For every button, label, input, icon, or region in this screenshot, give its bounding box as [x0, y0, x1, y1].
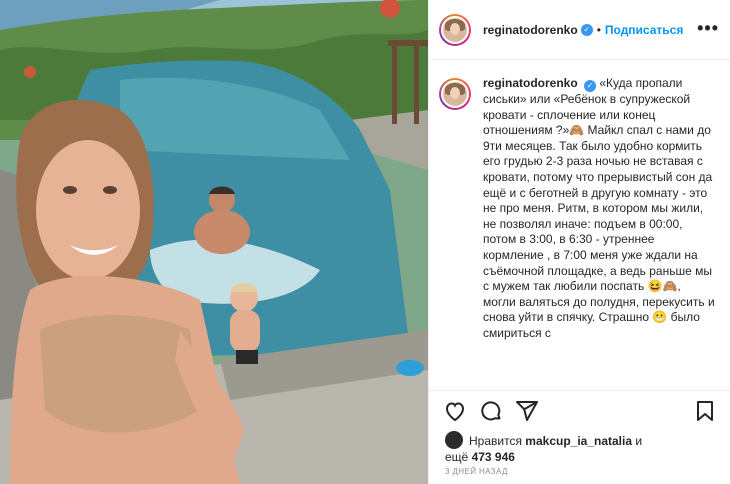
likes-count-prefix: ещё [445, 450, 469, 464]
pool-toy [396, 360, 424, 376]
caption: reginatodorenko ✓ «Куда пропали сиськи» … [483, 76, 715, 388]
more-options-icon[interactable]: ••• [697, 18, 719, 39]
post-photo[interactable] [0, 0, 428, 484]
post-actions: Нравится makcup_ia_natalia и ещё 473 946… [429, 390, 730, 482]
likes-count[interactable]: 473 946 [472, 450, 515, 464]
header-username[interactable]: reginatodorenko [483, 23, 578, 37]
pool-selfie-image [0, 0, 428, 484]
post-timestamp[interactable]: 3 дней назад [445, 467, 508, 476]
man-figure [194, 210, 250, 254]
post-header: reginatodorenko ✓ • Подписаться ••• [429, 0, 730, 60]
likes-summary: Нравится makcup_ia_natalia и ещё 473 946 [445, 431, 725, 465]
likes-connector: и [635, 434, 643, 448]
comment-icon[interactable] [479, 399, 503, 423]
share-icon[interactable] [515, 399, 539, 423]
likes-prefix: Нравится [469, 434, 522, 448]
verified-badge-icon: ✓ [580, 23, 593, 36]
swimsuit [40, 315, 200, 433]
woman-face [36, 140, 140, 280]
follow-button[interactable]: Подписаться [605, 23, 683, 37]
caption-verified-badge-icon: ✓ [584, 80, 597, 92]
instagram-post: reginatodorenko ✓ • Подписаться ••• regi… [0, 0, 730, 484]
header-separator: • [596, 22, 601, 37]
profile-avatar[interactable] [439, 13, 471, 46]
liker-username[interactable]: makcup_ia_natalia [525, 434, 632, 448]
post-side-panel: reginatodorenko ✓ • Подписаться ••• regi… [428, 0, 730, 484]
caption-avatar[interactable] [439, 78, 471, 110]
caption-text: «Куда пропали сиськи» или «Ребёнок в суп… [483, 76, 715, 340]
caption-username[interactable]: reginatodorenko [483, 76, 578, 90]
bookmark-icon[interactable] [693, 399, 717, 423]
heart-icon[interactable] [443, 399, 467, 423]
liker-avatar[interactable] [445, 431, 463, 449]
caption-area: reginatodorenko ✓ «Куда пропали сиськи» … [429, 70, 730, 388]
